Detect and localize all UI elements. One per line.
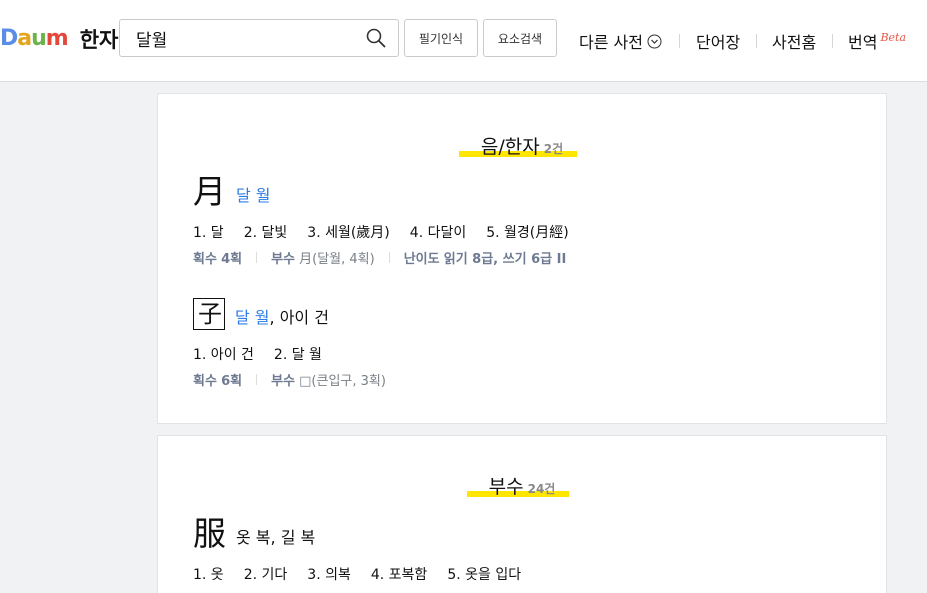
reading-link[interactable]: 달 월 bbox=[235, 308, 270, 327]
meaning-item: 2. 달빛 bbox=[243, 225, 288, 241]
nav-divider bbox=[679, 34, 680, 48]
beta-badge: Beta bbox=[880, 30, 907, 44]
radical-value: □(큰입구, 3획) bbox=[299, 374, 386, 389]
meaning-item: 1. 달 bbox=[193, 225, 224, 241]
meaning-list: 1. 아이 건 2. 달 월 bbox=[193, 344, 386, 364]
radical-result-card: 부수 24건 服 옷 복, 길 복 1. 옷 2. 기다 3. 의복 4. 포복함… bbox=[157, 435, 887, 593]
header: Daum 한자 필기인식 요소검색 다른 사전 단어장 사전홈 번역 Beta bbox=[0, 0, 927, 82]
strokes-label: 획수 bbox=[193, 252, 217, 267]
section-count: 24건 bbox=[527, 482, 556, 496]
logo-title[interactable]: 한자 bbox=[80, 24, 119, 54]
wordbook-link[interactable]: 단어장 bbox=[696, 30, 740, 52]
hanja-entry: 子 달 월, 아이 건 1. 아이 건 2. 달 월 획수 6획 부수 □(큰입… bbox=[193, 296, 386, 389]
chevron-down-icon bbox=[647, 34, 662, 48]
section-title: 음/한자 2건 bbox=[158, 132, 886, 159]
meaning-item: 1. 옷 bbox=[193, 567, 224, 583]
meaning-item: 2. 기다 bbox=[243, 567, 288, 583]
nav-divider bbox=[756, 34, 757, 48]
hanja-reading: 옷 복, 길 복 bbox=[236, 528, 316, 547]
handwriting-button[interactable]: 필기인식 bbox=[404, 19, 478, 57]
hanja-char-boxed[interactable]: 子 bbox=[193, 298, 225, 330]
meaning-item: 5. 월경(月經) bbox=[486, 225, 569, 241]
strokes-value: 4획 bbox=[221, 252, 243, 267]
search-box bbox=[119, 19, 399, 57]
hanja-entry: 月 달 월 1. 달 2. 달빛 3. 세월(歲月) 4. 다달이 5. 월경(… bbox=[193, 174, 589, 268]
hanja-result-card: 음/한자 2건 月 달 월 1. 달 2. 달빛 3. 세월(歲月) 4. 다달이… bbox=[157, 93, 887, 424]
hanja-char[interactable]: 服 bbox=[193, 516, 226, 552]
meaning-item: 4. 다달이 bbox=[409, 225, 467, 241]
section-title-text: 음/한자 bbox=[480, 136, 540, 158]
strokes-label: 획수 bbox=[193, 374, 217, 389]
meaning-item: 1. 아이 건 bbox=[193, 347, 254, 363]
dict-home-link[interactable]: 사전홈 bbox=[772, 30, 816, 52]
section-count: 2건 bbox=[543, 142, 564, 156]
level-value: 읽기 8급, 쓰기 6급 II bbox=[443, 252, 567, 267]
other-dict-menu[interactable]: 다른 사전 bbox=[579, 30, 662, 52]
meaning-item: 4. 포복함 bbox=[370, 567, 428, 583]
translate-label: 번역 bbox=[848, 33, 878, 52]
translate-link[interactable]: 번역 Beta bbox=[848, 30, 907, 53]
section-title-text: 부수 bbox=[488, 476, 524, 498]
radical-label: 부수 bbox=[271, 374, 295, 389]
logo[interactable]: Daum 한자 bbox=[0, 24, 119, 54]
meaning-list: 1. 옷 2. 기다 3. 의복 4. 포복함 5. 옷을 입다 bbox=[193, 564, 541, 584]
radical-label: 부수 bbox=[271, 252, 295, 267]
radical-value: 月(달월, 4획) bbox=[299, 252, 375, 267]
section-title: 부수 24건 bbox=[158, 472, 886, 499]
meaning-item: 3. 세월(歲月) bbox=[307, 225, 390, 241]
meaning-item: 3. 의복 bbox=[307, 567, 351, 583]
meaning-item: 2. 달 월 bbox=[273, 347, 322, 363]
meaning-list: 1. 달 2. 달빛 3. 세월(歲月) 4. 다달이 5. 월경(月經) bbox=[193, 222, 589, 242]
search-icon[interactable] bbox=[366, 28, 386, 48]
strokes-value: 6획 bbox=[221, 374, 243, 389]
meaning-item: 5. 옷을 입다 bbox=[447, 567, 522, 583]
hanja-meta: 획수 4획 부수 月(달월, 4획) 난이도 읽기 8급, 쓰기 6급 II bbox=[193, 248, 589, 267]
element-search-button[interactable]: 요소검색 bbox=[483, 19, 557, 57]
hanja-reading: 달 월 bbox=[236, 182, 271, 206]
hanja-char[interactable]: 月 bbox=[193, 174, 226, 210]
nav-divider bbox=[832, 34, 833, 48]
level-label: 난이도 bbox=[403, 252, 440, 267]
hanja-entry: 服 옷 복, 길 복 1. 옷 2. 기다 3. 의복 4. 포복함 5. 옷을… bbox=[193, 516, 541, 584]
search-input[interactable] bbox=[136, 20, 356, 56]
reading-link[interactable]: 달 월 bbox=[236, 186, 271, 205]
other-dict-label: 다른 사전 bbox=[579, 33, 643, 52]
hanja-meta: 획수 6획 부수 □(큰입구, 3획) bbox=[193, 370, 386, 389]
reading-rest: , 아이 건 bbox=[269, 308, 329, 327]
daum-logo[interactable]: Daum bbox=[0, 28, 69, 50]
hanja-reading: 달 월, 아이 건 bbox=[235, 304, 329, 328]
